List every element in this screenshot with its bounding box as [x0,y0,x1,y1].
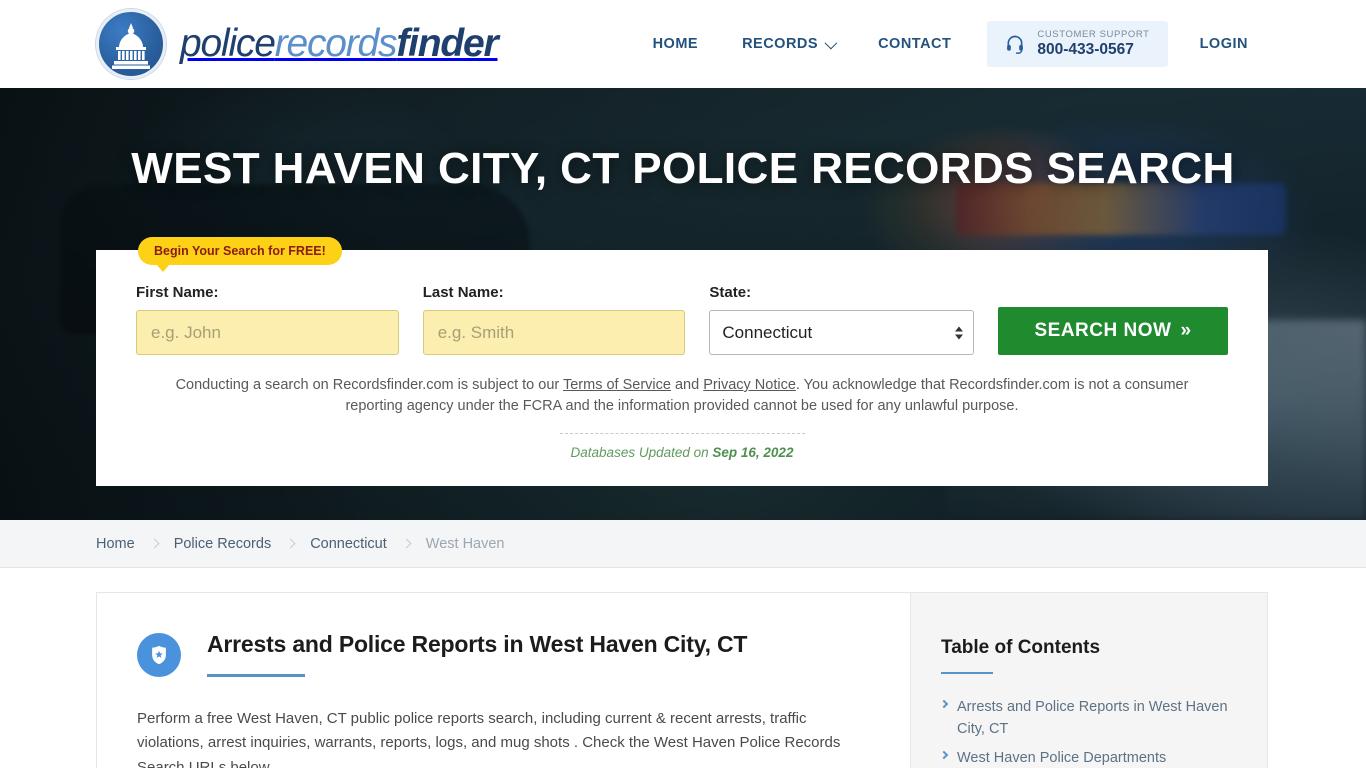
title-underline [207,674,305,677]
toc-item[interactable]: Arrests and Police Reports in West Haven… [939,696,1237,740]
police-badge-icon [137,633,181,677]
site-logo[interactable]: policerecordsfinder [96,9,499,79]
nav-records-label: RECORDS [742,36,819,52]
double-chevron-right-icon: » [1180,320,1192,341]
chevron-right-icon [939,699,949,709]
breadcrumb-item-west-haven: West Haven [425,535,505,552]
search-now-button[interactable]: SEARCH NOW » [998,307,1228,355]
free-search-badge: Begin Your Search for FREE! [138,237,342,272]
nav-login-label: LOGIN [1199,36,1248,52]
search-form-row: First Name: Last Name: State: Connecticu… [136,284,1228,355]
state-field-group: State: Connecticut [709,284,974,355]
disclaimer-part-2: and [670,377,704,393]
breadcrumb-separator-icon [401,538,412,549]
databases-updated: Databases Updated on Sep 16, 2022 [136,445,1228,460]
article-card: Arrests and Police Reports in West Haven… [96,592,910,768]
support-label: CUSTOMER SUPPORT [1037,28,1150,40]
article-title: Arrests and Police Reports in West Haven… [207,631,748,657]
search-disclaimer: Conducting a search on Recordsfinder.com… [136,375,1228,417]
toc-item[interactable]: West Haven Police Departments [939,747,1237,768]
table-of-contents: Table of Contents Arrests and Police Rep… [910,592,1268,768]
state-label: State: [709,284,752,301]
toc-link-police-departments[interactable]: West Haven Police Departments [957,747,1166,768]
support-phone: 800-433-0567 [1037,40,1134,58]
state-select-wrap: Connecticut [709,310,974,355]
capitol-dome-glyph [112,23,150,69]
breadcrumb-item-home[interactable]: Home [96,536,135,552]
nav-contact-label: CONTACT [878,36,952,52]
last-name-field-group: Last Name: [422,284,686,355]
hero-section: WEST HAVEN CITY, CT POLICE RECORDS SEARC… [0,88,1366,520]
main-navigation: HOME RECORDS CONTACT CUSTOMER SUPPORT 80… [631,21,1270,67]
last-name-input[interactable] [422,310,686,355]
toc-title: Table of Contents [941,637,1101,658]
nav-home[interactable]: HOME [631,36,721,52]
breadcrumb-item-police-records[interactable]: Police Records [174,536,272,552]
police-badge-glyph [152,645,166,665]
nav-contact[interactable]: CONTACT [856,36,973,52]
state-select[interactable]: Connecticut [709,310,974,355]
capitol-dome-icon [96,9,166,79]
terms-of-service-link[interactable]: Terms of Service [563,377,671,393]
breadcrumb-item-connecticut[interactable]: Connecticut [310,536,387,552]
nav-records[interactable]: RECORDS [720,36,856,52]
brand-wordmark: policerecordsfinder [180,22,499,66]
nav-login[interactable]: LOGIN [1178,36,1270,52]
search-now-label: SEARCH NOW [1034,320,1172,341]
article-title-block: Arrests and Police Reports in West Haven… [207,631,747,677]
chevron-right-icon [939,750,949,760]
customer-support-box[interactable]: CUSTOMER SUPPORT 800-433-0567 [987,21,1168,67]
site-header: policerecordsfinder HOME RECORDS CONTACT… [0,0,1366,88]
first-name-input[interactable] [136,310,399,355]
article-body-text: Perform a free West Haven, CT public pol… [137,710,841,768]
dashed-divider [559,433,805,435]
databases-updated-prefix: Databases Updated on [570,445,713,461]
breadcrumb: Home Police Records Connecticut West Hav… [0,520,1366,568]
brand-part-police: police [180,22,276,65]
brand-part-finder: finder [396,22,498,65]
headset-icon [1007,35,1024,54]
support-text: CUSTOMER SUPPORT 800-433-0567 [1037,28,1150,59]
disclaimer-part-1: Conducting a search on Recordsfinder.com… [175,377,563,393]
search-panel: Begin Your Search for FREE! First Name: … [96,237,1268,487]
breadcrumb-separator-icon [149,538,160,549]
toc-underline [941,672,993,674]
databases-updated-date: Sep 16, 2022 [712,445,794,461]
privacy-notice-link[interactable]: Privacy Notice [703,377,796,393]
main-content: Arrests and Police Reports in West Haven… [0,568,1366,768]
breadcrumb-separator-icon [285,538,296,549]
article-header: Arrests and Police Reports in West Haven… [137,631,870,677]
last-name-label: Last Name: [422,284,504,301]
brand-part-records: records [274,22,398,65]
chevron-down-icon [824,36,838,49]
page-title: WEST HAVEN CITY, CT POLICE RECORDS SEARC… [131,144,1235,193]
first-name-field-group: First Name: [136,284,399,355]
first-name-label: First Name: [136,284,219,301]
nav-home-label: HOME [652,36,699,52]
toc-link-arrests-and-police-reports[interactable]: Arrests and Police Reports in West Haven… [957,696,1237,740]
toc-list: Arrests and Police Reports in West Haven… [939,696,1237,768]
